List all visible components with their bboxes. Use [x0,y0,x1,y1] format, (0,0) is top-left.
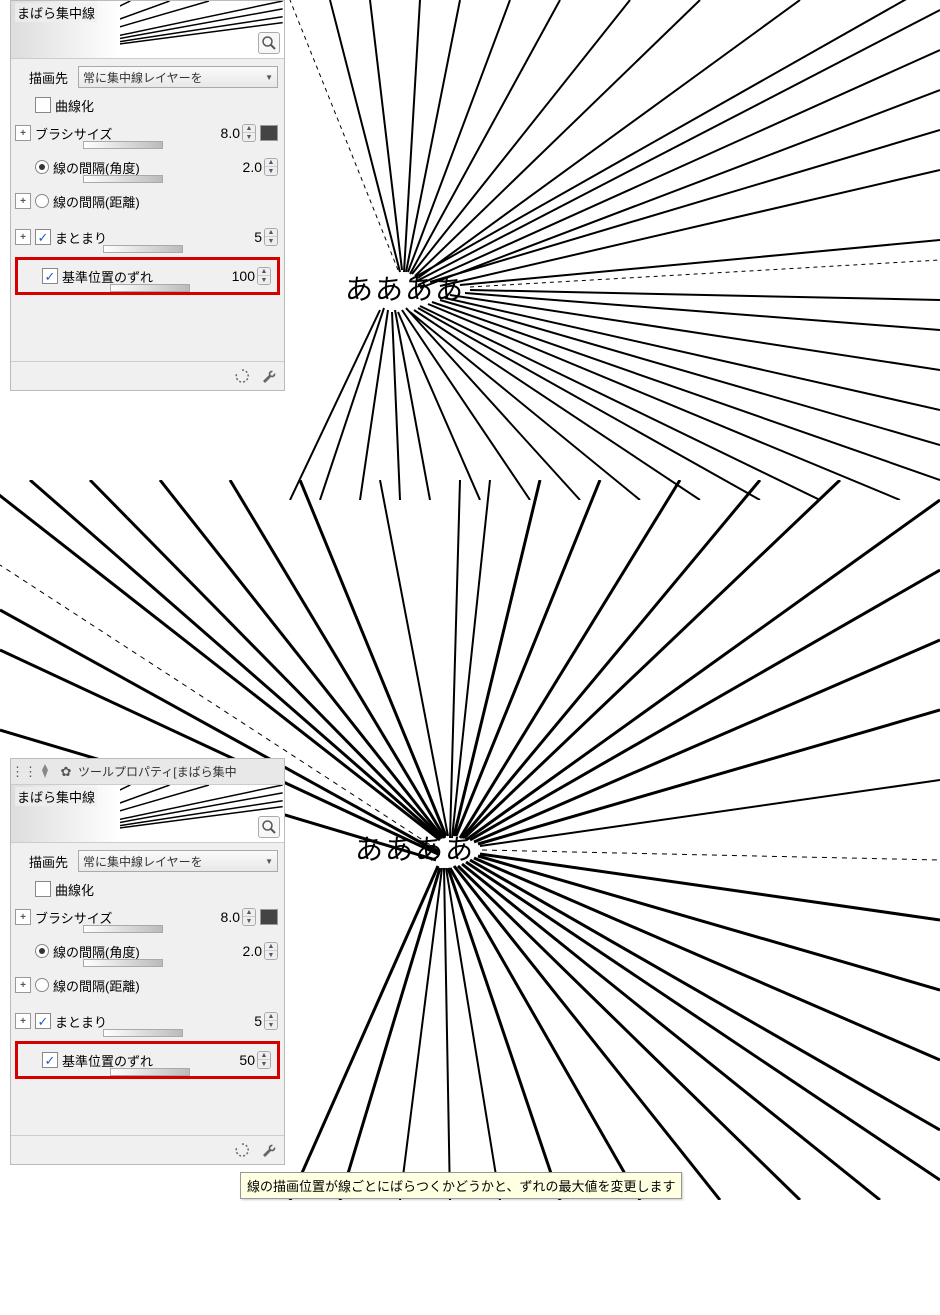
gap-distance-label-2: 線の間隔(距離) [53,976,140,995]
offset-slider-1[interactable] [110,284,190,292]
offset-highlight-1: 基準位置のずれ 100 ▲▼ [15,257,280,295]
panel-tabs-2: ⋮⋮ ✿ ツールプロパティ[まばら集中 [11,759,284,785]
brush-size-spinner-1[interactable]: ▲▼ [242,124,256,142]
brush-color-swatch-2[interactable] [260,909,278,925]
curve-label-1: 曲線化 [55,96,94,115]
zoom-icon-1[interactable] [258,32,280,54]
sample-text-bottom: ああああ [355,828,475,868]
expand-cluster-2[interactable]: + [15,1013,31,1029]
curve-checkbox-1[interactable] [35,97,51,113]
draw-target-dropdown-2[interactable]: 常に集中線レイヤーを [78,850,278,872]
wrench-icon-2[interactable] [258,1140,278,1160]
offset-slider-2[interactable] [110,1068,190,1076]
gap-angle-radio-2[interactable] [35,944,49,958]
tool-name-label-2: まばら集中線 [15,787,97,806]
gap-angle-label-1: 線の間隔(角度) [53,158,140,177]
brush-size-label-1: ブラシサイズ [35,124,112,143]
cluster-value-1[interactable]: 5 [236,229,264,245]
gap-angle-spinner-1[interactable]: ▲▼ [264,158,278,176]
offset-label-1: 基準位置のずれ [62,267,153,286]
sample-text-top: ああああ [345,268,465,308]
draw-target-dropdown-1[interactable]: 常に集中線レイヤーを [78,66,278,88]
brush-size-slider-1[interactable] [83,141,163,149]
brush-color-swatch-1[interactable] [260,125,278,141]
offset-spinner-1[interactable]: ▲▼ [257,267,271,285]
brush-size-label-2: ブラシサイズ [35,908,112,927]
curve-checkbox-2[interactable] [35,881,51,897]
offset-value-2[interactable]: 50 [229,1052,257,1068]
grip-icon[interactable]: ⋮⋮ [15,763,33,781]
cluster-checkbox-1[interactable] [35,229,51,245]
tool-property-panel-2: ⋮⋮ ✿ ツールプロパティ[まばら集中 まばら集中線 [10,758,285,1165]
zoom-icon-2[interactable] [258,816,280,838]
wrench-icon-1[interactable] [258,366,278,386]
gap-distance-radio-2[interactable] [35,978,49,992]
expand-brush-1[interactable]: + [15,125,31,141]
cluster-label-1: まとまり [55,228,107,247]
offset-highlight-2: 基準位置のずれ 50 ▲▼ [15,1041,280,1079]
reset-icon-2[interactable] [232,1140,252,1160]
tool-preview-2: まばら集中線 [11,785,284,843]
gap-angle-value-1[interactable]: 2.0 [236,159,264,175]
expand-brush-2[interactable]: + [15,909,31,925]
tool-name-label-1: まばら集中線 [15,3,97,22]
cluster-slider-2[interactable] [103,1029,183,1037]
cluster-label-2: まとまり [55,1012,107,1031]
reset-icon-1[interactable] [232,366,252,386]
draw-target-label-1: 描画先 [15,68,74,87]
offset-checkbox-2[interactable] [42,1052,58,1068]
expand-cluster-1[interactable]: + [15,229,31,245]
cluster-spinner-2[interactable]: ▲▼ [264,1012,278,1030]
pen-icon[interactable] [36,763,54,781]
gap-angle-slider-1[interactable] [83,175,163,183]
tool-preview-1: まばら集中線 [11,1,284,59]
gap-angle-label-2: 線の間隔(角度) [53,942,140,961]
gap-angle-spinner-2[interactable]: ▲▼ [264,942,278,960]
brush-size-spinner-2[interactable]: ▲▼ [242,908,256,926]
cluster-slider-1[interactable] [103,245,183,253]
offset-label-2: 基準位置のずれ [62,1051,153,1070]
gap-angle-slider-2[interactable] [83,959,163,967]
brush-size-value-2[interactable]: 8.0 [214,909,242,925]
panel-tab-title-2: ツールプロパティ[まばら集中 [78,763,237,780]
cluster-checkbox-2[interactable] [35,1013,51,1029]
curve-label-2: 曲線化 [55,880,94,899]
gear-icon[interactable]: ✿ [57,763,75,781]
expand-gap-distance-2[interactable]: + [15,977,31,993]
offset-spinner-2[interactable]: ▲▼ [257,1051,271,1069]
brush-size-value-1[interactable]: 8.0 [214,125,242,141]
gap-distance-radio-1[interactable] [35,194,49,208]
expand-gap-distance-1[interactable]: + [15,193,31,209]
offset-value-1[interactable]: 100 [229,268,257,284]
tool-property-panel-1: まばら集中線 描画先 常に集中線レイヤーを [10,0,285,391]
gap-angle-value-2[interactable]: 2.0 [236,943,264,959]
draw-target-label-2: 描画先 [15,852,74,871]
cluster-value-2[interactable]: 5 [236,1013,264,1029]
gap-angle-radio-1[interactable] [35,160,49,174]
gap-distance-label-1: 線の間隔(距離) [53,192,140,211]
offset-checkbox-1[interactable] [42,268,58,284]
offset-tooltip: 線の描画位置が線ごとにばらつくかどうかと、ずれの最大値を変更します [240,1172,682,1199]
cluster-spinner-1[interactable]: ▲▼ [264,228,278,246]
brush-size-slider-2[interactable] [83,925,163,933]
